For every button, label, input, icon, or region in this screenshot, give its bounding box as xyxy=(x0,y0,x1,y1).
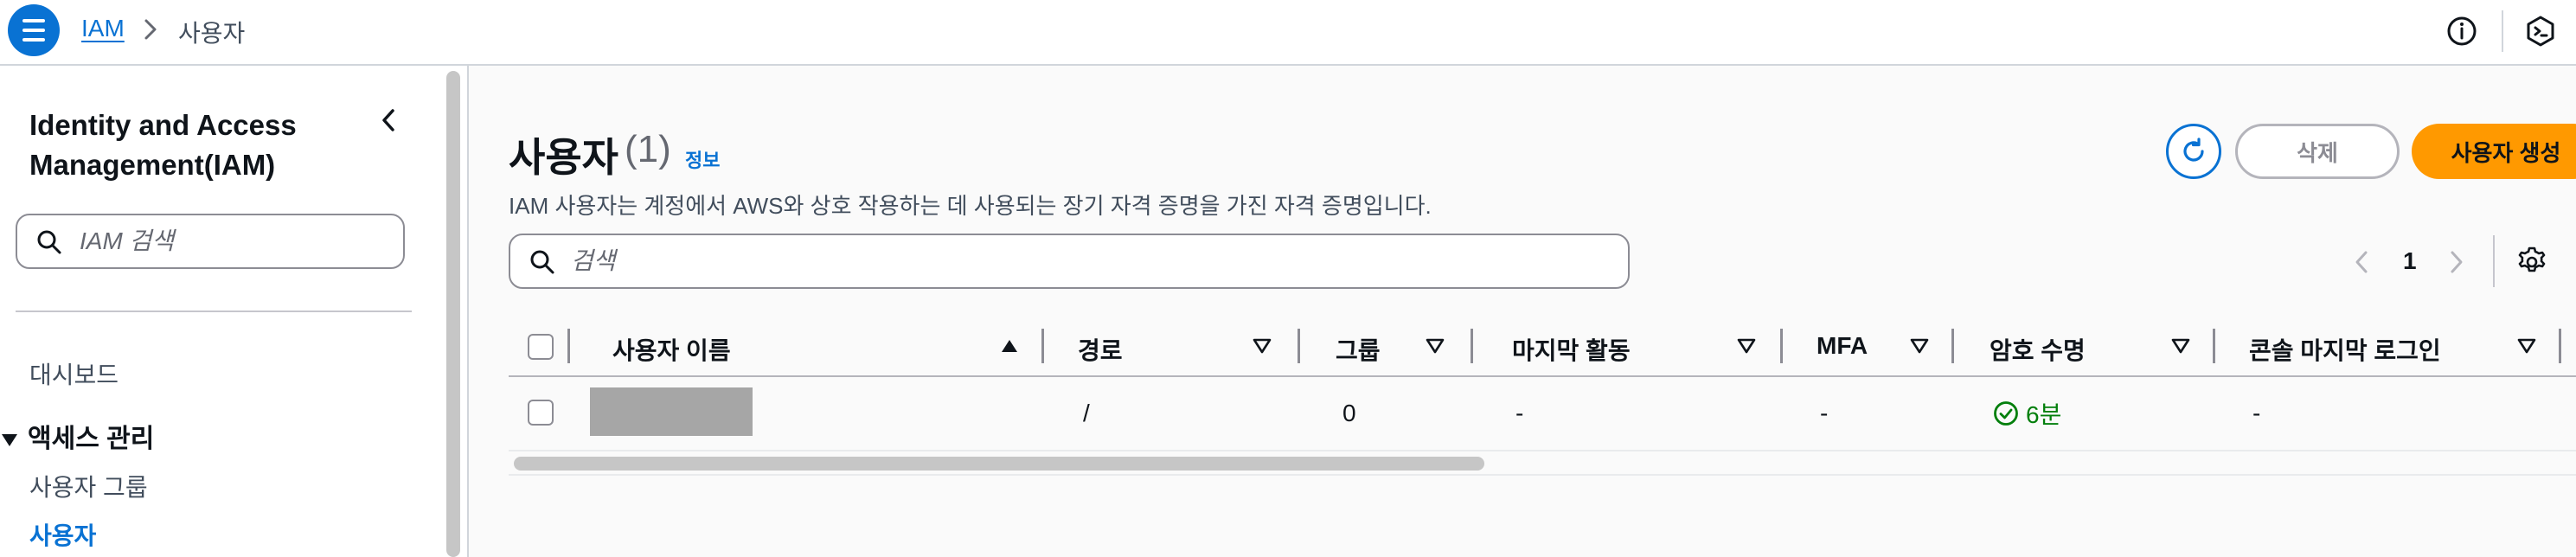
user-search[interactable] xyxy=(509,234,1630,289)
menu-icon-bar xyxy=(22,19,45,22)
cloudshell-icon[interactable] xyxy=(2524,15,2557,48)
info-icon[interactable] xyxy=(2446,16,2477,47)
pagination-next-icon[interactable] xyxy=(2446,247,2467,277)
page-description: IAM 사용자는 계정에서 AWS와 상호 작용하는 데 사용되는 장기 자격 … xyxy=(509,193,1432,219)
user-count: (1) xyxy=(625,128,671,170)
sort-icon[interactable] xyxy=(1737,337,1756,355)
top-navigation: IAM 사용자 xyxy=(0,0,2576,66)
cell-groups: 0 xyxy=(1342,400,1356,426)
column-separator xyxy=(567,329,570,363)
table-horizontal-scrollbar[interactable] xyxy=(514,457,1484,471)
pagination-divider xyxy=(2493,235,2495,287)
sidebar-divider xyxy=(16,311,412,312)
cell-password-age: 6분 xyxy=(1993,396,2061,431)
delete-button[interactable]: 삭제 xyxy=(2235,124,2400,179)
sidebar-item-users[interactable]: 사용자 xyxy=(29,517,96,552)
chevron-left-icon[interactable] xyxy=(375,106,401,135)
create-user-button[interactable]: 사용자 생성 xyxy=(2412,124,2576,179)
menu-button[interactable] xyxy=(8,4,60,56)
table-row: / 0 - - 6분 - xyxy=(509,379,2576,451)
page-title: 사용자 xyxy=(509,135,618,180)
column-header-username[interactable]: 사용자 이름 xyxy=(612,332,731,367)
search-icon xyxy=(530,250,554,274)
refresh-icon xyxy=(2183,138,2204,162)
table-header: 사용자 이름 경로 그룹 마지막 활동 MFA 암호 수명 콘솔 마지막 로그인 xyxy=(509,317,2576,377)
search-icon xyxy=(37,230,61,254)
topbar-divider xyxy=(2502,10,2503,52)
cell-console-last-login: - xyxy=(2252,400,2261,426)
sidebar-section-access-management[interactable]: 액세스 관리 xyxy=(2,417,154,455)
sort-icon[interactable] xyxy=(2517,337,2536,355)
chevron-right-icon xyxy=(144,19,157,40)
caret-down-icon xyxy=(2,434,17,447)
pagination-prev-icon[interactable] xyxy=(2351,247,2372,277)
sort-icon[interactable] xyxy=(1910,337,1929,355)
column-header-path[interactable]: 경로 xyxy=(1078,332,1123,367)
menu-icon-bar xyxy=(22,29,45,32)
sidebar-scrollbar[interactable] xyxy=(446,71,460,557)
cell-last-activity: - xyxy=(1515,400,1524,426)
user-search-input[interactable] xyxy=(571,244,1609,278)
sidebar-item-user-groups[interactable]: 사용자 그룹 xyxy=(29,469,148,503)
username-link-redacted[interactable] xyxy=(590,387,753,436)
sidebar-title[interactable]: Identity and Access Management(IAM) xyxy=(29,106,341,185)
table-bottom-border xyxy=(509,474,2576,476)
sort-icon[interactable] xyxy=(2171,337,2190,355)
sidebar-search-input[interactable] xyxy=(80,224,391,259)
column-header-groups[interactable]: 그룹 xyxy=(1336,332,1381,367)
sort-icon[interactable] xyxy=(1253,337,1272,355)
column-separator[interactable] xyxy=(1951,329,1954,363)
sort-icon[interactable] xyxy=(1426,337,1445,355)
pagination-page-1[interactable]: 1 xyxy=(2403,247,2417,275)
breadcrumb-current: 사용자 xyxy=(178,20,246,47)
side-navigation: Identity and Access Management(IAM) 대시보드… xyxy=(0,66,443,557)
sort-ascending-icon[interactable] xyxy=(1000,337,1019,355)
info-link[interactable]: 정보 xyxy=(685,145,720,173)
column-separator[interactable] xyxy=(1780,329,1783,363)
column-separator[interactable] xyxy=(1471,329,1473,363)
check-circle-icon xyxy=(1994,401,2018,426)
column-header-mfa[interactable]: MFA xyxy=(1817,332,1868,360)
sidebar-search[interactable] xyxy=(16,214,405,269)
sidebar-item-dashboard[interactable]: 대시보드 xyxy=(29,356,119,391)
column-separator[interactable] xyxy=(1041,329,1044,363)
column-header-console-last-login[interactable]: 콘솔 마지막 로그인 xyxy=(2249,332,2441,367)
column-header-password-age[interactable]: 암호 수명 xyxy=(1990,332,2086,367)
cell-path: / xyxy=(1083,400,1090,426)
refresh-button[interactable] xyxy=(2166,124,2221,179)
cell-mfa: - xyxy=(1820,400,1829,426)
column-separator[interactable] xyxy=(1298,329,1300,363)
breadcrumb-iam-link[interactable]: IAM xyxy=(81,15,125,42)
password-age-value: 6분 xyxy=(2026,401,2062,428)
column-header-last-activity[interactable]: 마지막 활동 xyxy=(1512,332,1631,367)
settings-icon[interactable] xyxy=(2515,246,2548,278)
select-all-checkbox[interactable] xyxy=(528,334,554,360)
sidebar-section-label: 액세스 관리 xyxy=(28,425,155,453)
column-separator[interactable] xyxy=(2559,329,2561,363)
row-checkbox[interactable] xyxy=(528,400,554,426)
main-content: 사용자 (1) 정보 IAM 사용자는 계정에서 AWS와 상호 작용하는 데 … xyxy=(469,66,2576,557)
column-separator[interactable] xyxy=(2213,329,2215,363)
menu-icon-bar xyxy=(22,38,45,42)
